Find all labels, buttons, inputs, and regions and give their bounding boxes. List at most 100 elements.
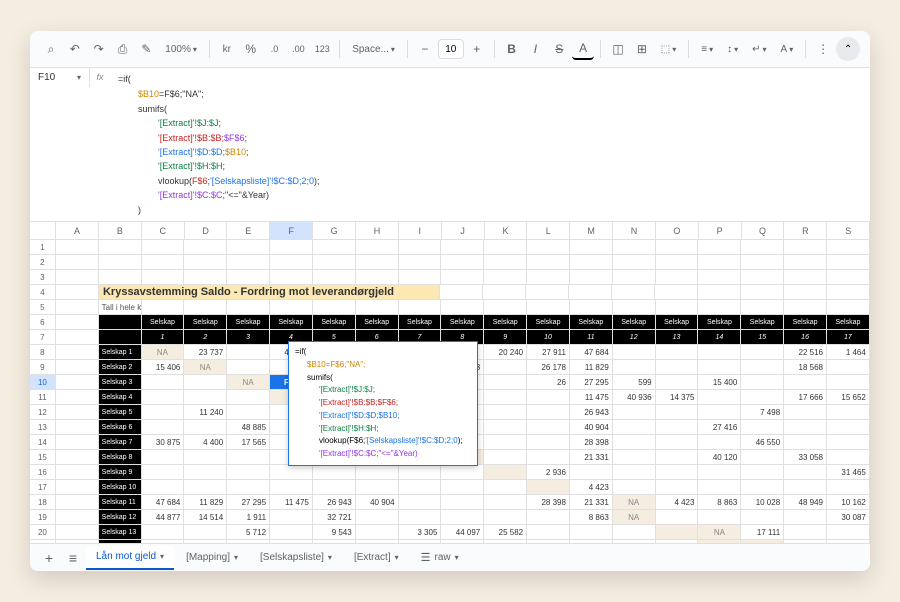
- cell[interactable]: 26 943: [313, 495, 356, 510]
- percent-button[interactable]: %: [240, 38, 262, 60]
- cell[interactable]: 17 111: [741, 525, 784, 540]
- cell[interactable]: [440, 285, 483, 300]
- fontsize-increase[interactable]: +: [466, 38, 488, 60]
- cell[interactable]: [698, 465, 741, 480]
- cell[interactable]: 47 684: [570, 345, 613, 360]
- expand-toolbar-button[interactable]: ⌃: [836, 37, 860, 61]
- cell[interactable]: 48 885: [227, 420, 270, 435]
- cell[interactable]: [399, 300, 442, 315]
- cell[interactable]: [399, 465, 442, 480]
- cell[interactable]: [527, 540, 570, 543]
- cell[interactable]: NA: [142, 345, 185, 360]
- cell[interactable]: [484, 420, 527, 435]
- cell[interactable]: [99, 315, 142, 330]
- cell[interactable]: [656, 420, 699, 435]
- cell[interactable]: [484, 390, 527, 405]
- cell[interactable]: 20 240: [484, 345, 527, 360]
- cell[interactable]: [356, 270, 399, 285]
- cell[interactable]: [56, 450, 99, 465]
- col-header-G[interactable]: G: [313, 222, 356, 239]
- cell[interactable]: [484, 540, 527, 543]
- cell[interactable]: 23 737: [184, 345, 227, 360]
- cell[interactable]: 32 721: [313, 510, 356, 525]
- row-header[interactable]: 12: [30, 405, 56, 420]
- cell[interactable]: 599: [613, 375, 656, 390]
- cell[interactable]: [483, 285, 526, 300]
- cell[interactable]: [827, 450, 870, 465]
- cell[interactable]: [356, 240, 399, 255]
- cell[interactable]: Selskap 8: [99, 450, 142, 465]
- cell[interactable]: 10 028: [741, 495, 784, 510]
- cell[interactable]: [613, 300, 656, 315]
- cell[interactable]: [527, 525, 570, 540]
- cell[interactable]: [184, 390, 227, 405]
- paint-format-icon[interactable]: ✎: [135, 38, 157, 60]
- cell[interactable]: [527, 270, 570, 285]
- cell[interactable]: [356, 510, 399, 525]
- merge-select[interactable]: ⬚▾: [655, 38, 682, 60]
- cell[interactable]: [270, 510, 313, 525]
- cell[interactable]: [613, 270, 656, 285]
- cell[interactable]: [784, 270, 827, 285]
- cell[interactable]: [784, 435, 827, 450]
- fontsize-input[interactable]: [438, 39, 464, 59]
- cell[interactable]: [613, 255, 656, 270]
- row-header[interactable]: 3: [30, 270, 56, 285]
- cell[interactable]: [741, 270, 784, 285]
- cell[interactable]: [656, 480, 699, 495]
- cell[interactable]: [784, 510, 827, 525]
- row-header[interactable]: 10: [30, 375, 56, 390]
- cell[interactable]: [56, 495, 99, 510]
- cell[interactable]: [56, 525, 99, 540]
- cell[interactable]: [613, 450, 656, 465]
- cell[interactable]: [56, 360, 99, 375]
- cell[interactable]: 7 498: [741, 405, 784, 420]
- cell[interactable]: Selskap: [142, 315, 185, 330]
- cell[interactable]: [656, 510, 699, 525]
- cell[interactable]: [313, 480, 356, 495]
- cell[interactable]: [656, 360, 699, 375]
- cell[interactable]: 8 863: [570, 510, 613, 525]
- row-header[interactable]: 19: [30, 510, 56, 525]
- cell[interactable]: 15 406: [142, 360, 185, 375]
- fontsize-decrease[interactable]: −: [414, 38, 436, 60]
- cell[interactable]: [484, 435, 527, 450]
- cell[interactable]: [784, 405, 827, 420]
- cell[interactable]: [227, 270, 270, 285]
- cell[interactable]: [142, 240, 185, 255]
- cell[interactable]: [441, 270, 484, 285]
- cell[interactable]: [569, 285, 612, 300]
- cell[interactable]: [698, 480, 741, 495]
- cell[interactable]: 14: [698, 330, 741, 345]
- cell[interactable]: [356, 540, 399, 543]
- cell[interactable]: [570, 540, 613, 543]
- cell[interactable]: [784, 255, 827, 270]
- cell[interactable]: 2 936: [527, 465, 570, 480]
- cell[interactable]: 28 398: [527, 495, 570, 510]
- cell[interactable]: 14 375: [656, 390, 699, 405]
- cell[interactable]: Selskap: [356, 315, 399, 330]
- cell[interactable]: [527, 255, 570, 270]
- cell[interactable]: [484, 360, 527, 375]
- cell[interactable]: [184, 270, 227, 285]
- cell[interactable]: [827, 300, 870, 315]
- cell[interactable]: 5 712: [227, 525, 270, 540]
- cell[interactable]: Selskap 6: [99, 420, 142, 435]
- cell[interactable]: [356, 525, 399, 540]
- col-header-J[interactable]: J: [442, 222, 485, 239]
- cell[interactable]: 43 890: [313, 540, 356, 543]
- cell[interactable]: [698, 345, 741, 360]
- col-header-A[interactable]: A: [56, 222, 99, 239]
- cell[interactable]: 1 911: [227, 510, 270, 525]
- cell[interactable]: 28 398: [570, 435, 613, 450]
- cell[interactable]: [184, 480, 227, 495]
- cell[interactable]: [527, 405, 570, 420]
- cell[interactable]: [399, 510, 442, 525]
- row-header[interactable]: 7: [30, 330, 56, 345]
- cell[interactable]: Selskap 13: [99, 525, 142, 540]
- cell[interactable]: [399, 480, 442, 495]
- cell[interactable]: Selskap 11: [99, 495, 142, 510]
- cell[interactable]: 49 699: [827, 540, 870, 543]
- cell[interactable]: 26 943: [570, 405, 613, 420]
- cell[interactable]: [698, 300, 741, 315]
